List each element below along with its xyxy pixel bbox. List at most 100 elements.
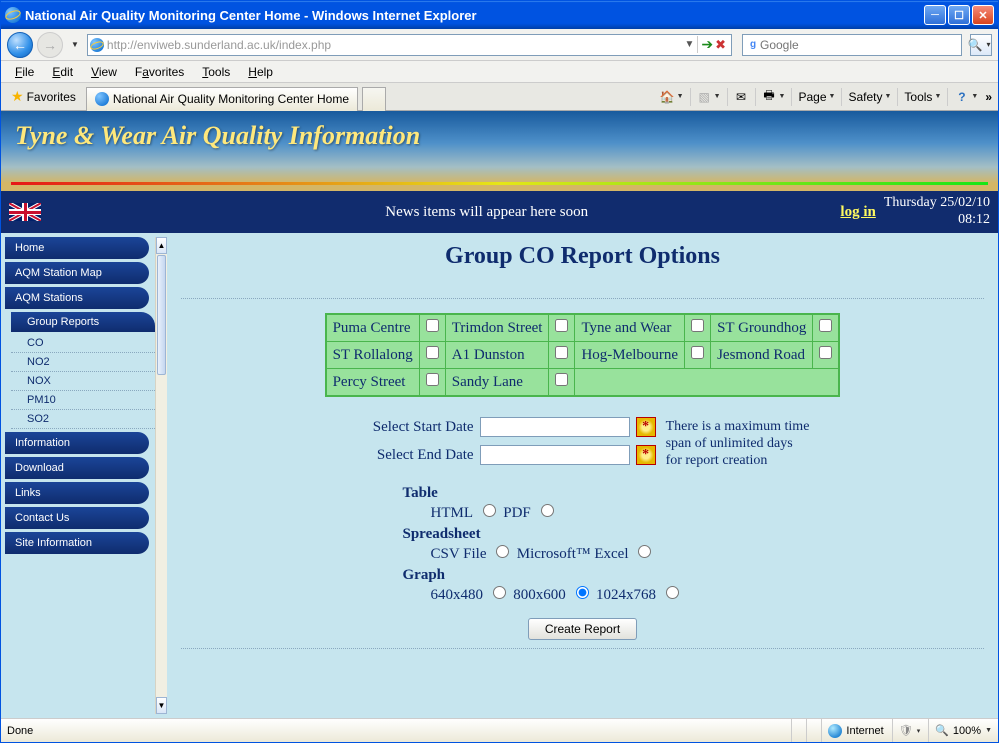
search-input[interactable] (760, 38, 958, 52)
end-date-calendar-button[interactable] (636, 445, 656, 465)
sidebar-item-station-map[interactable]: AQM Station Map (5, 262, 149, 284)
format-pdf-radio[interactable] (541, 504, 554, 517)
new-tab-button[interactable] (362, 87, 386, 111)
sidebar-subitem-group-reports[interactable]: Group Reports (11, 312, 155, 332)
sidebar-item-information[interactable]: Information (5, 432, 149, 454)
scroll-down-button[interactable]: ▼ (156, 697, 167, 714)
table-row: ST Rollalong A1 Dunston Hog-Melbourne Je… (326, 342, 840, 369)
favorites-button[interactable]: ★Favorites (5, 86, 82, 107)
menubar: File Edit View Favorites Tools Help (1, 61, 998, 83)
end-date-input[interactable] (480, 445, 630, 465)
sidebar-item-download[interactable]: Download (5, 457, 149, 479)
go-button[interactable]: ➔ (701, 36, 713, 53)
station-checkbox[interactable] (819, 319, 832, 332)
status-bar: Done Internet 🛡▾ 🔍100%▼ (1, 718, 998, 742)
home-button[interactable]: 🏠▼ (658, 87, 686, 106)
page-menu[interactable]: Page▼ (796, 88, 837, 106)
station-checkbox[interactable] (426, 346, 439, 359)
sidebar-item-site-info[interactable]: Site Information (5, 532, 149, 554)
station-checkbox[interactable] (691, 319, 704, 332)
status-separator (806, 719, 813, 742)
menu-favorites[interactable]: Favorites (127, 63, 192, 81)
create-report-button[interactable]: Create Report (528, 618, 637, 640)
format-html-label: HTML (431, 505, 474, 521)
maximize-button[interactable]: ☐ (948, 5, 970, 25)
sidebar-item-contact[interactable]: Contact Us (5, 507, 149, 529)
station-checkbox[interactable] (426, 319, 439, 332)
date-note: There is a maximum time span of unlimite… (666, 417, 810, 469)
expand-chevrons[interactable]: » (983, 88, 994, 106)
menu-view[interactable]: View (83, 63, 125, 81)
sidebar-subitem-co[interactable]: CO (11, 334, 155, 353)
station-checkbox[interactable] (691, 346, 704, 359)
sidebar-scrollbar[interactable]: ▲ ▼ (155, 237, 167, 714)
print-button[interactable]: 🖶▼ (760, 87, 788, 106)
format-html-radio[interactable] (483, 504, 496, 517)
format-excel-radio[interactable] (638, 545, 651, 558)
station-checkbox[interactable] (555, 346, 568, 359)
menu-edit[interactable]: Edit (44, 63, 81, 81)
menu-file[interactable]: File (7, 63, 42, 81)
start-date-input[interactable] (480, 417, 630, 437)
safety-menu[interactable]: Safety▼ (846, 88, 893, 106)
graph-800-radio[interactable] (576, 586, 589, 599)
station-label: ST Rollalong (326, 342, 420, 369)
graph-1024-radio[interactable] (666, 586, 679, 599)
sidebar-subitem-so2[interactable]: SO2 (11, 410, 155, 429)
window-title: National Air Quality Monitoring Center H… (25, 8, 924, 23)
close-button[interactable]: ✕ (972, 5, 994, 25)
station-label: Sandy Lane (445, 369, 549, 397)
mail-icon: ✉ (734, 89, 749, 104)
sidebar-subitem-no2[interactable]: NO2 (11, 353, 155, 372)
news-ticker: News items will appear here soon (53, 204, 840, 221)
scroll-thumb[interactable] (157, 255, 166, 375)
login-link[interactable]: log in (840, 204, 875, 221)
search-bar[interactable]: g (742, 34, 962, 56)
nav-history-dropdown[interactable]: ▼ (71, 40, 79, 49)
tab-title: National Air Quality Monitoring Center H… (113, 92, 349, 106)
menu-tools[interactable]: Tools (194, 63, 238, 81)
sidebar-item-stations[interactable]: AQM Stations (5, 287, 149, 309)
station-checkbox[interactable] (555, 319, 568, 332)
minimize-button[interactable]: ─ (924, 5, 946, 25)
tools-menu[interactable]: Tools▼ (902, 88, 943, 106)
tools-label: Tools (904, 90, 932, 104)
zoom-control[interactable]: 🔍100%▼ (928, 719, 992, 742)
start-date-label: Select Start Date (356, 419, 474, 436)
address-input[interactable] (107, 38, 682, 52)
forward-button[interactable]: → (37, 32, 63, 58)
station-label: ST Groundhog (711, 314, 813, 342)
sidebar-item-links[interactable]: Links (5, 482, 149, 504)
address-bar[interactable]: ▼ ➔ ✖ (87, 34, 732, 56)
uk-flag-icon[interactable] (9, 203, 41, 221)
back-button[interactable]: ← (7, 32, 33, 58)
browser-tab[interactable]: National Air Quality Monitoring Center H… (86, 87, 358, 111)
protected-mode[interactable]: 🛡▾ (892, 719, 920, 742)
graph-1024-label: 1024x768 (596, 587, 656, 603)
graph-640-radio[interactable] (493, 586, 506, 599)
search-button[interactable]: 🔍▾ (970, 34, 992, 56)
help-button[interactable]: ?▼ (952, 87, 980, 106)
stop-button[interactable]: ✖ (715, 37, 726, 53)
station-checkbox[interactable] (819, 346, 832, 359)
start-date-calendar-button[interactable] (636, 417, 656, 437)
sidebar: Home AQM Station Map AQM Stations Group … (1, 233, 167, 718)
read-mail-button[interactable]: ✉ (732, 87, 751, 106)
station-label: Trimdon Street (445, 314, 549, 342)
sidebar-subitem-nox[interactable]: NOX (11, 372, 155, 391)
station-label: Jesmond Road (711, 342, 813, 369)
divider (181, 648, 984, 649)
format-csv-radio[interactable] (496, 545, 509, 558)
page-heading: Group CO Report Options (181, 243, 984, 270)
station-checkbox[interactable] (426, 373, 439, 386)
safety-label: Safety (848, 90, 882, 104)
scroll-up-button[interactable]: ▲ (156, 237, 167, 254)
sidebar-item-home[interactable]: Home (5, 237, 149, 259)
star-icon: ★ (11, 88, 24, 105)
menu-help[interactable]: Help (240, 63, 281, 81)
feeds-button[interactable]: ▧▼ (695, 87, 723, 106)
station-checkbox[interactable] (555, 373, 568, 386)
sidebar-subitem-pm10[interactable]: PM10 (11, 391, 155, 410)
internet-zone[interactable]: Internet (821, 719, 883, 742)
address-dropdown[interactable]: ▼ (681, 39, 697, 50)
